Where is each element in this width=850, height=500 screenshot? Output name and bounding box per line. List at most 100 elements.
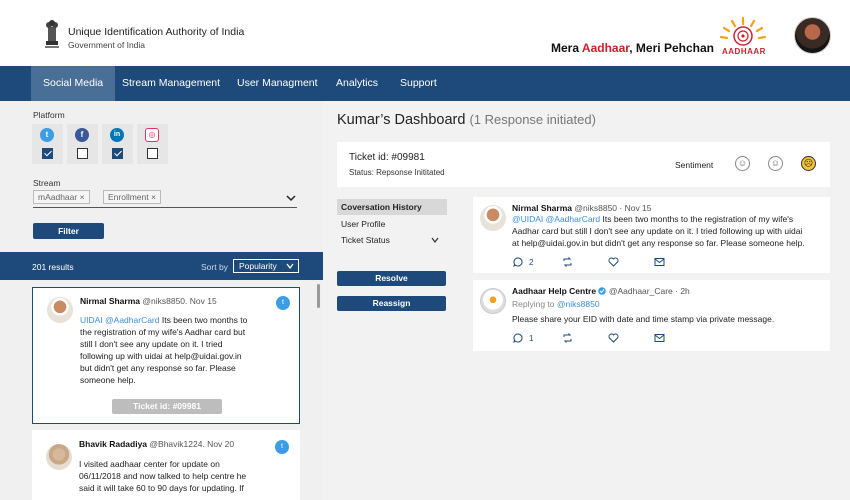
verified-badge-icon <box>598 287 607 295</box>
author-name: Nirmal Sharma <box>512 203 572 213</box>
instagram-checkbox[interactable] <box>147 148 158 159</box>
platform-facebook[interactable]: f <box>67 124 98 164</box>
resolve-button[interactable]: Resolve <box>337 271 446 286</box>
platform-linkedin[interactable]: in <box>102 124 133 164</box>
post-card-selected[interactable]: Nirmal Sharma @niks8850. Nov 15 t UIDAI … <box>32 287 300 424</box>
page-title: Kumar’s Dashboard (1 Response initiated) <box>337 112 596 128</box>
menu-ticket-status[interactable]: Ticket Status <box>337 232 447 248</box>
post-line: Its been two months to <box>159 315 248 325</box>
ticket-status: Status: Repsonse Inititated <box>349 168 445 177</box>
post-author: Bhavik Radadiya @Bhavik1224. Nov 20 <box>79 439 234 449</box>
reply-count: 2 <box>529 258 534 267</box>
facebook-icon: f <box>75 128 89 142</box>
dashboard-title: Kumar’s Dashboard <box>337 112 466 128</box>
message-line: Aadhar card but still I don't see any up… <box>512 226 803 236</box>
retweet-icon[interactable] <box>562 333 573 343</box>
replying-prefix: Replying to <box>512 299 557 309</box>
post-text: I visited aadhaar center for update on 0… <box>79 458 291 494</box>
nav-support[interactable]: Support <box>388 66 449 101</box>
message-mentions[interactable]: @UIDAI @AadharCard <box>512 214 600 224</box>
instagram-icon: ◎ <box>145 128 159 142</box>
ticket-id-button[interactable]: Ticket id: #09981 <box>112 399 222 414</box>
stream-label: Stream <box>33 178 61 188</box>
post-mentions[interactable]: UIDAI @AadharCard <box>80 315 160 325</box>
linkedin-checkbox[interactable] <box>112 148 123 159</box>
post-line: 06/11/2018 and now talked to help centre… <box>79 471 247 481</box>
message-line: at help@uidai.gov.in but didn't get any … <box>512 238 805 248</box>
avatar <box>480 205 506 231</box>
organization-name: Unique Identification Authority of India… <box>68 26 244 52</box>
reply-count: 1 <box>529 334 534 343</box>
reply-icon[interactable] <box>513 333 523 343</box>
twitter-checkbox[interactable] <box>42 148 53 159</box>
ticket-summary <box>337 142 830 187</box>
message-icon[interactable] <box>654 333 665 343</box>
menu-ticket-status-label: Ticket Status <box>341 235 390 245</box>
post-line: still I don't see any update on it. I tr… <box>80 339 223 349</box>
filter-button[interactable]: Filter <box>33 223 104 239</box>
slogan-part: Mera <box>551 41 582 55</box>
chevron-down-icon <box>431 237 439 243</box>
slogan: Mera Aadhaar, Meri Pehchan <box>551 41 714 55</box>
twitter-icon: t <box>276 296 290 310</box>
platform-instagram[interactable]: ◎ <box>137 124 168 164</box>
stream-chip-maadhaar[interactable]: mAadhaar × <box>33 190 90 204</box>
platform-twitter[interactable]: t <box>32 124 63 164</box>
facebook-checkbox[interactable] <box>77 148 88 159</box>
nav-analytics[interactable]: Analytics <box>324 66 390 101</box>
twitter-icon: t <box>40 128 54 142</box>
post-line: I visited aadhaar center for update on <box>79 459 220 469</box>
twitter-icon: t <box>275 440 289 454</box>
post-author: Nirmal Sharma @niks8850. Nov 15 <box>80 296 217 306</box>
author-handle: @Aadhaar_Care · 2h <box>608 286 690 296</box>
post-line: the registration of my wife's Aadhar car… <box>80 327 246 337</box>
sort-select[interactable]: Popularity <box>233 259 299 273</box>
post-line: following up with uidai at help@uidai.go… <box>80 351 242 361</box>
message-line: Its been two months to the registration … <box>600 214 794 224</box>
author-name: Nirmal Sharma <box>80 296 140 306</box>
slogan-highlight: Aadhaar <box>581 41 630 55</box>
org-subtitle: Government of India <box>68 40 146 50</box>
message-author: Nirmal Sharma @niks8850 · Nov 15 <box>512 203 652 213</box>
avatar <box>46 444 72 470</box>
chevron-down-icon[interactable] <box>286 194 296 202</box>
reply-icon[interactable] <box>513 257 523 267</box>
message-text: @UIDAI @AadharCard Its been two months t… <box>512 213 827 249</box>
author-handle: @Bhavik1224. Nov 20 <box>149 439 235 449</box>
post-line: said it will take 60 to 90 days for upda… <box>79 483 244 493</box>
sad-face-icon[interactable]: ☹ <box>801 156 816 171</box>
conversation-message: Aadhaar Help Centre @Aadhaar_Care · 2h R… <box>473 280 830 351</box>
reassign-button[interactable]: Reassign <box>337 296 446 311</box>
post-card[interactable]: Bhavik Radadiya @Bhavik1224. Nov 20 t I … <box>32 430 300 500</box>
slogan-part: , Meri Pehchan <box>629 41 714 55</box>
platform-label: Platform <box>33 110 65 120</box>
author-handle: @niks8850 · Nov 15 <box>574 203 652 213</box>
menu-conversation-history[interactable]: Coversation History <box>337 199 447 215</box>
app-header: Unique Identification Authority of India… <box>0 0 850 66</box>
post-text: UIDAI @AadharCard Its been two months to… <box>80 314 290 386</box>
message-icon[interactable] <box>654 257 665 267</box>
aadhaar-logo-text: AADHAAR <box>722 47 766 56</box>
menu-user-profile[interactable]: User Profile <box>337 216 447 232</box>
nav-user-management[interactable]: User Managment <box>225 66 330 101</box>
user-avatar[interactable] <box>794 17 831 54</box>
scrollbar[interactable] <box>317 284 320 308</box>
avatar <box>480 288 506 314</box>
happy-face-icon[interactable]: ☺ <box>735 156 750 171</box>
stream-chip-enrollment[interactable]: Enrollment × <box>103 190 161 204</box>
author-name: Aadhaar Help Centre <box>512 286 597 296</box>
author-name: Bhavik Radadiya <box>79 439 148 449</box>
heart-icon[interactable] <box>608 257 619 267</box>
heart-icon[interactable] <box>608 333 619 343</box>
retweet-icon[interactable] <box>562 257 573 267</box>
stream-select-underline <box>33 207 297 208</box>
replying-to-handle[interactable]: @niks8850 <box>557 299 600 309</box>
post-line: but didn't get any response so far. Plea… <box>80 363 236 373</box>
nav-social-media[interactable]: Social Media <box>31 66 116 101</box>
nav-stream-management[interactable]: Stream Management <box>110 66 232 101</box>
neutral-face-icon[interactable]: ☺ <box>768 156 783 171</box>
author-handle: @niks8850. Nov 15 <box>142 296 217 306</box>
chevron-down-icon <box>286 263 294 269</box>
message-line: Please share your EID with date and time… <box>512 314 775 324</box>
replying-to: Replying to @niks8850 <box>512 298 827 310</box>
